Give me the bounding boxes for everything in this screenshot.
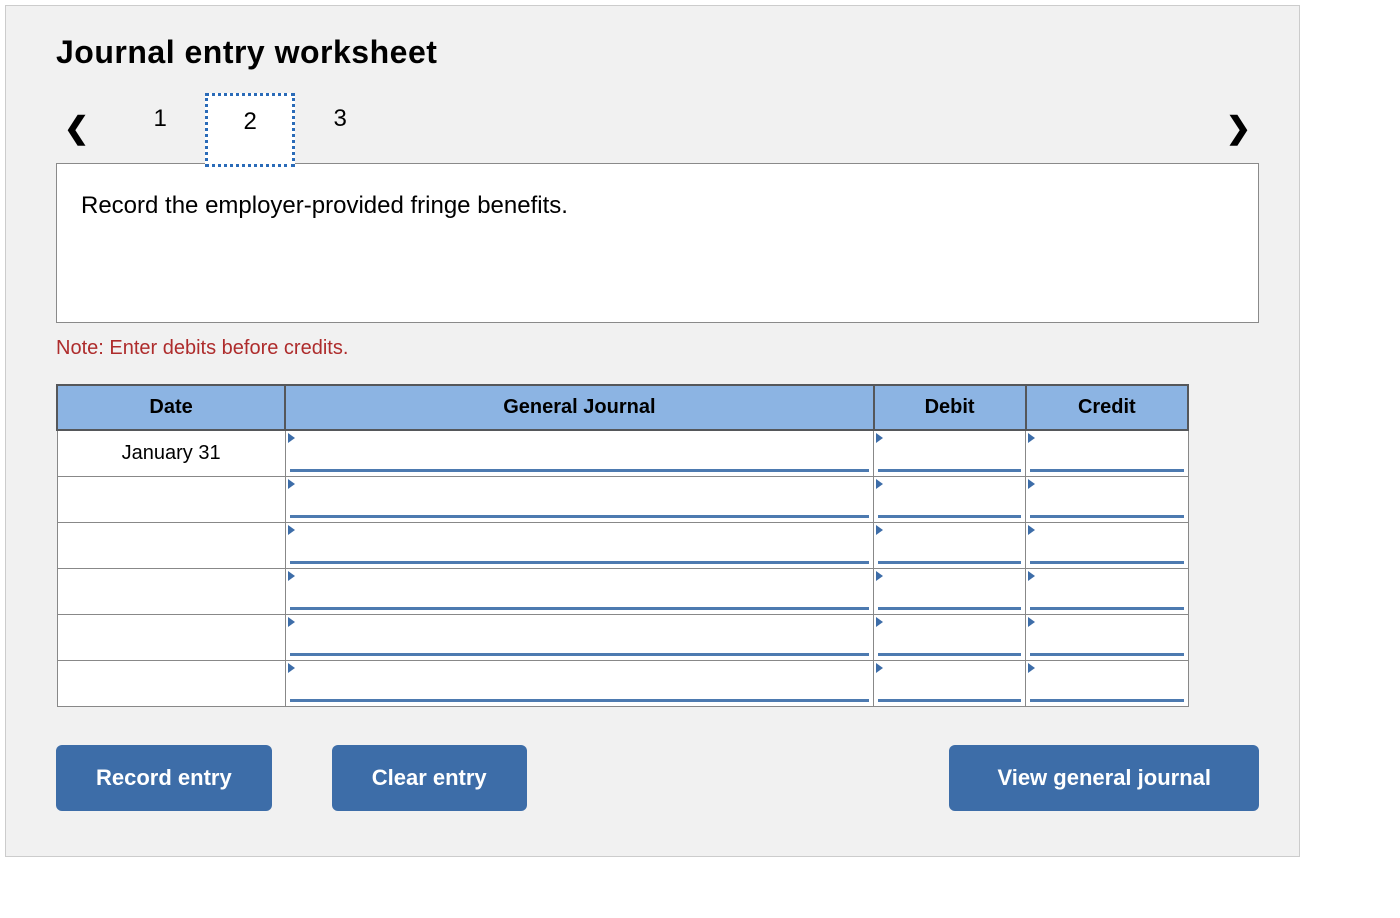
cell-general-journal[interactable] xyxy=(285,660,873,706)
col-header-credit: Credit xyxy=(1026,385,1188,430)
cell-general-journal[interactable] xyxy=(285,476,873,522)
cell-date xyxy=(57,614,285,660)
cell-credit[interactable] xyxy=(1026,614,1188,660)
cell-date: January 31 xyxy=(57,430,285,476)
view-general-journal-button[interactable]: View general journal xyxy=(949,745,1259,811)
cell-general-journal[interactable] xyxy=(285,568,873,614)
cell-credit[interactable] xyxy=(1026,430,1188,476)
cell-credit[interactable] xyxy=(1026,522,1188,568)
table-row xyxy=(57,476,1188,522)
table-row xyxy=(57,614,1188,660)
table-row xyxy=(57,568,1188,614)
table-header-row: Date General Journal Debit Credit xyxy=(57,385,1188,430)
note-text: Note: Enter debits before credits. xyxy=(56,337,1259,360)
cell-date xyxy=(57,660,285,706)
next-step-button[interactable]: ❯ xyxy=(1218,107,1259,150)
entry-description: Record the employer-provided fringe bene… xyxy=(56,163,1259,323)
cell-general-journal[interactable] xyxy=(285,522,873,568)
page-title: Journal entry worksheet xyxy=(56,34,1259,71)
table-body: January 31 xyxy=(57,430,1188,706)
cell-general-journal[interactable] xyxy=(285,614,873,660)
step-2[interactable]: 2 xyxy=(205,93,295,167)
step-nav-left: ❮ 1 2 3 xyxy=(56,93,385,164)
col-header-debit: Debit xyxy=(874,385,1026,430)
button-row: Record entry Clear entry View general jo… xyxy=(56,745,1259,811)
step-1[interactable]: 1 xyxy=(115,93,205,161)
table-row xyxy=(57,660,1188,706)
cell-debit[interactable] xyxy=(874,476,1026,522)
cell-date xyxy=(57,522,285,568)
cell-credit[interactable] xyxy=(1026,660,1188,706)
table-row: January 31 xyxy=(57,430,1188,476)
step-list: 1 2 3 xyxy=(115,93,385,164)
record-entry-button[interactable]: Record entry xyxy=(56,745,272,811)
cell-debit[interactable] xyxy=(874,522,1026,568)
col-header-gj: General Journal xyxy=(285,385,873,430)
clear-entry-button[interactable]: Clear entry xyxy=(332,745,527,811)
cell-credit[interactable] xyxy=(1026,476,1188,522)
cell-date xyxy=(57,476,285,522)
col-header-date: Date xyxy=(57,385,285,430)
table-row xyxy=(57,522,1188,568)
step-3[interactable]: 3 xyxy=(295,93,385,161)
cell-credit[interactable] xyxy=(1026,568,1188,614)
cell-debit[interactable] xyxy=(874,660,1026,706)
step-nav: ❮ 1 2 3 ❯ xyxy=(56,93,1259,164)
cell-date xyxy=(57,568,285,614)
cell-general-journal[interactable] xyxy=(285,430,873,476)
journal-table: Date General Journal Debit Credit Januar… xyxy=(56,384,1189,707)
cell-debit[interactable] xyxy=(874,568,1026,614)
cell-debit[interactable] xyxy=(874,614,1026,660)
worksheet-panel: Journal entry worksheet ❮ 1 2 3 ❯ Record… xyxy=(5,5,1300,857)
cell-debit[interactable] xyxy=(874,430,1026,476)
prev-step-button[interactable]: ❮ xyxy=(56,107,97,150)
